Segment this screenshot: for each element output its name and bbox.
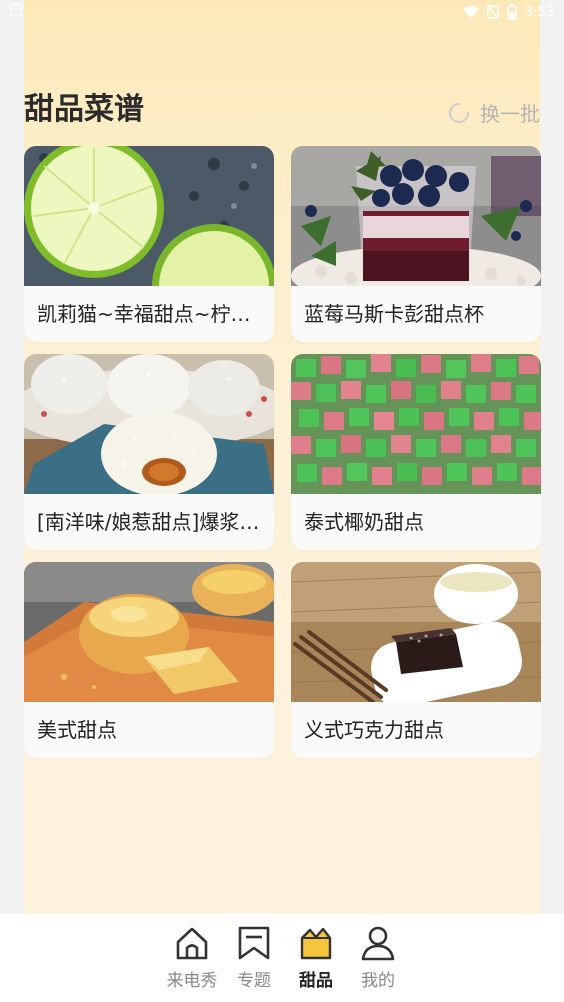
recipe-card[interactable]: 美式甜点 — [24, 562, 274, 758]
page-title: 甜品菜谱 — [24, 92, 144, 127]
home-icon — [176, 927, 208, 960]
profile-icon — [361, 926, 395, 961]
nav-label: 来电秀 — [166, 971, 218, 991]
recipe-grid: 凯莉猫~幸福甜点~柠檬蛋糕 蓝莓马斯卡彭甜点杯 [南洋味/娘惹甜点]爆浆椰丝球 … — [24, 146, 541, 758]
nav-label: 甜品 — [299, 971, 333, 991]
notification-icon — [10, 4, 22, 16]
recipe-card[interactable]: 义式巧克力甜点 — [291, 562, 541, 758]
recipe-title: 凯莉猫~幸福甜点~柠檬蛋糕 — [37, 302, 274, 326]
refresh-icon — [448, 102, 470, 123]
recipe-title: [南洋味/娘惹甜点]爆浆椰丝球 — [37, 510, 274, 534]
recipe-title: 义式巧克力甜点 — [304, 718, 444, 742]
recipe-image-blueberry-cup — [291, 146, 541, 286]
recipe-card[interactable]: 凯莉猫~幸福甜点~柠檬蛋糕 — [24, 146, 274, 342]
status-bar: 3:53 — [0, 0, 564, 24]
nav-item-calls[interactable]: 来电秀 — [164, 924, 220, 991]
nav-item-profile[interactable]: 我的 — [350, 924, 406, 991]
recipe-title: 蓝莓马斯卡彭甜点杯 — [304, 302, 484, 326]
recipe-card[interactable]: 蓝莓马斯卡彭甜点杯 — [291, 146, 541, 342]
recipe-image-egg-tarts — [24, 562, 274, 702]
bookmark-icon — [238, 926, 270, 960]
recipe-title: 泰式椰奶甜点 — [304, 510, 424, 534]
recipe-image-jelly-cubes — [291, 354, 541, 494]
dessert-icon — [300, 927, 332, 960]
battery-icon — [507, 4, 517, 20]
nav-item-dessert[interactable]: 甜品 — [288, 924, 344, 991]
nav-label: 我的 — [361, 971, 395, 991]
nav-label: 专题 — [237, 971, 271, 991]
recipe-card[interactable]: 泰式椰奶甜点 — [291, 354, 541, 550]
bottom-nav: 来电秀 专题 甜品 我的 — [0, 914, 564, 1002]
recipe-card[interactable]: [南洋味/娘惹甜点]爆浆椰丝球 — [24, 354, 274, 550]
recipe-image-chocolate-brownie — [291, 562, 541, 702]
refresh-button[interactable]: 换一批 — [448, 98, 540, 127]
recipe-image-lime-slices — [24, 146, 274, 286]
recipe-title: 美式甜点 — [37, 718, 117, 742]
status-time: 3:53 — [524, 4, 554, 20]
refresh-label: 换一批 — [480, 102, 540, 126]
wifi-icon — [462, 6, 479, 18]
nav-item-topics[interactable]: 专题 — [226, 924, 282, 991]
recipe-image-coconut-balls — [24, 354, 274, 494]
no-sim-icon — [486, 5, 499, 19]
